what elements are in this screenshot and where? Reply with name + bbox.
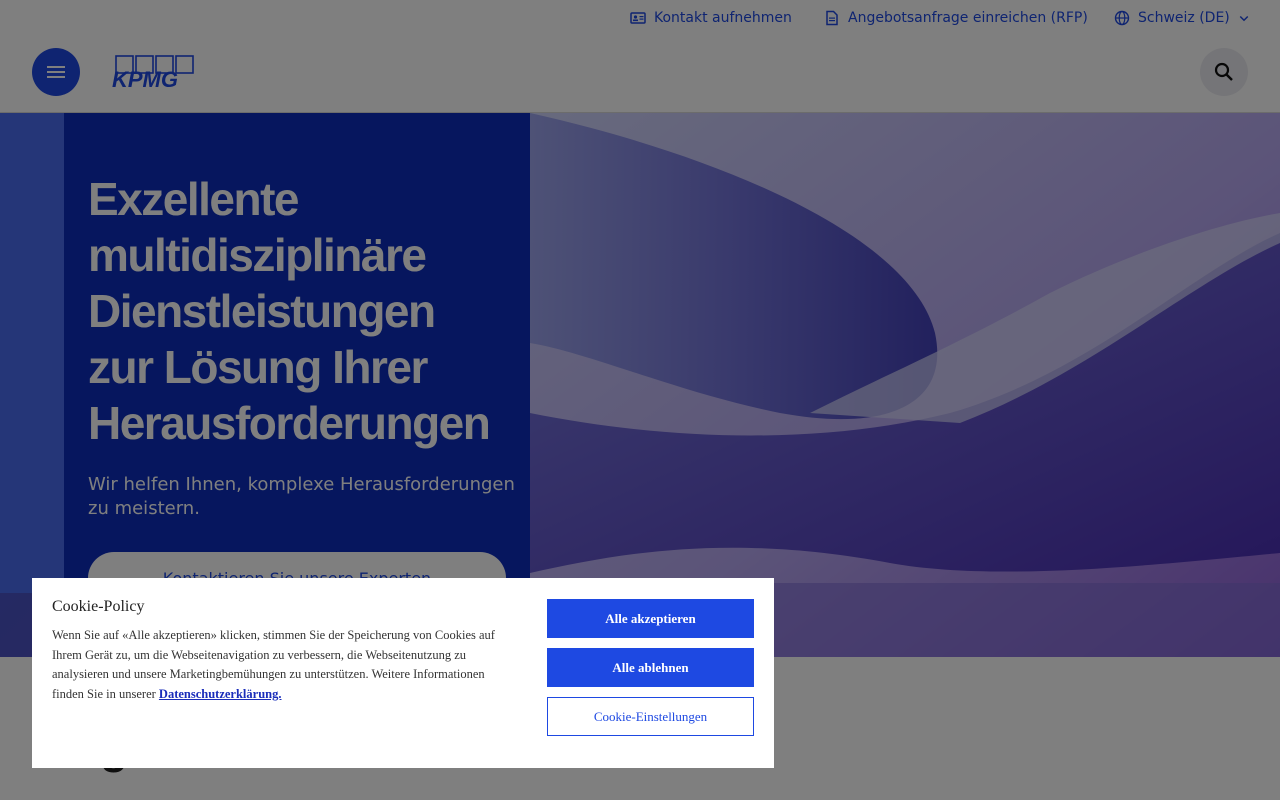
- privacy-policy-link[interactable]: Datenschutzerklärung.: [159, 687, 282, 701]
- accept-all-button[interactable]: Alle akzeptieren: [547, 599, 754, 638]
- cookie-settings-button[interactable]: Cookie-Einstellungen: [547, 697, 754, 736]
- cookie-text: Wenn Sie auf «Alle akzeptieren» klicken,…: [52, 626, 502, 704]
- reject-all-button[interactable]: Alle ablehnen: [547, 648, 754, 687]
- cookie-banner: Cookie-Policy Wenn Sie auf «Alle akzepti…: [32, 578, 774, 768]
- cookie-title: Cookie-Policy: [52, 598, 145, 615]
